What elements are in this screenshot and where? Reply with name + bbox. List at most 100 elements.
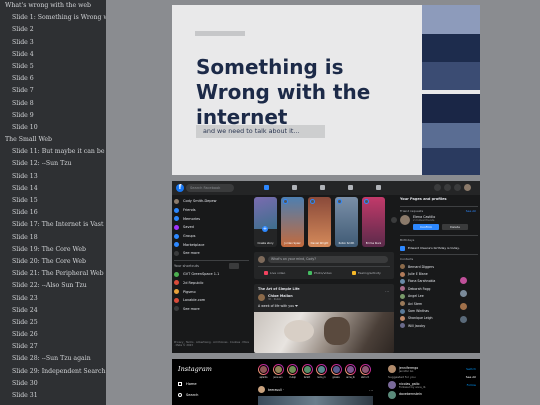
outline-slide-item[interactable]: Slide 24: [0, 305, 106, 317]
composer-action-button[interactable]: Photo/video: [308, 269, 332, 276]
confirm-button[interactable]: Confirm: [413, 224, 439, 230]
story-card[interactable]: Jordan Spiez: [281, 197, 304, 247]
outline-slide-item[interactable]: Slide 9: [0, 110, 106, 122]
instagram-story[interactable]: tenkit: [301, 364, 313, 379]
left-nav-item[interactable]: 2d Republic: [174, 279, 249, 288]
left-nav-item[interactable]: See more: [174, 249, 249, 258]
outline-slide-item[interactable]: Slide 22: --Also Sun Tzu: [0, 280, 106, 292]
instagram-story[interactable]: m.kaji: [287, 364, 298, 379]
slide-thumbnail-instagram[interactable]: Instagram Home Search aplants jens.sun m.k…: [172, 359, 480, 405]
avatar[interactable]: [400, 215, 410, 225]
outline-slide-item[interactable]: Slide 18: [0, 232, 106, 244]
follow-button[interactable]: Follow: [467, 383, 476, 387]
outline-slide-item[interactable]: Slide 3: [0, 37, 106, 49]
instagram-post-image[interactable]: [258, 396, 373, 405]
outline-section[interactable]: The Small Web: [0, 134, 106, 146]
delete-button[interactable]: Delete: [442, 224, 468, 230]
slide-thumbnail-facebook[interactable]: f Search Facebook Cody Smith-Depew Friend…: [172, 181, 480, 353]
see-all-link[interactable]: See All: [466, 375, 476, 379]
outline-slide-item[interactable]: Slide 16: [0, 207, 106, 219]
avatar[interactable]: [464, 184, 471, 191]
edit-shortcuts-button[interactable]: [229, 262, 239, 269]
left-nav-item[interactable]: See more: [174, 305, 249, 314]
avatar[interactable]: [258, 386, 265, 393]
outline-slide-item[interactable]: Slide 8: [0, 98, 106, 110]
outline-slide-item[interactable]: Slide 14: [0, 183, 106, 195]
friends-icon[interactable]: [292, 185, 297, 190]
groups-icon[interactable]: [376, 185, 381, 190]
notifications-icon[interactable]: [454, 184, 461, 191]
avatar[interactable]: [460, 290, 467, 297]
avatar[interactable]: [258, 294, 265, 301]
suggested-username[interactable]: davebernstein: [399, 392, 422, 396]
outline-slide-item[interactable]: Slide 1: Something is Wrong with t...: [0, 12, 106, 24]
outline-slide-item[interactable]: Slide 25: [0, 317, 106, 329]
outline-slide-item[interactable]: Slide 7: [0, 85, 106, 97]
outline-slide-item[interactable]: Slide 21: The Peripheral Web: [0, 268, 106, 280]
outline-slide-item[interactable]: Slide 12: --Sun Tzu: [0, 158, 106, 170]
outline-slide-item[interactable]: Slide 26: [0, 329, 106, 341]
outline-slide-item[interactable]: Slide 4: [0, 49, 106, 61]
outline-slide-item[interactable]: Slide 31: [0, 390, 106, 402]
avatar[interactable]: [460, 277, 467, 284]
instagram-story[interactable]: jens.sun: [272, 364, 284, 379]
home-icon[interactable]: [264, 185, 269, 190]
outline-slide-item[interactable]: Slide 15: [0, 195, 106, 207]
avatar[interactable]: [388, 365, 396, 373]
avatar[interactable]: [388, 381, 396, 389]
outline-slide-item[interactable]: Slide 5: [0, 61, 106, 73]
story-card[interactable]: Robin Smith: [335, 197, 358, 247]
composer-action-button[interactable]: Feeling/activity: [352, 269, 381, 276]
outline-slide-item[interactable]: Slide 19: The Core Web: [0, 244, 106, 256]
left-nav-item[interactable]: Cody Smith-Depew: [174, 197, 249, 206]
instagram-story[interactable]: aplants: [258, 364, 269, 379]
messenger-icon[interactable]: [444, 184, 451, 191]
outline-slide-item[interactable]: Slide 2: [0, 24, 106, 36]
avatar[interactable]: [460, 303, 467, 310]
outline-slide-item[interactable]: Slide 20: The Core Web: [0, 256, 106, 268]
left-nav-item[interactable]: Saved: [174, 223, 249, 232]
instagram-logo[interactable]: Instagram: [178, 365, 212, 373]
watch-icon[interactable]: [320, 185, 325, 190]
outline-slide-item[interactable]: Slide 27: [0, 341, 106, 353]
post-photo[interactable]: [254, 312, 394, 353]
marketplace-icon[interactable]: [348, 185, 353, 190]
next-stories-arrow-icon[interactable]: [391, 217, 397, 223]
outline-slide-item[interactable]: Slide 6: [0, 73, 106, 85]
instagram-story[interactable]: gnasia: [330, 364, 342, 379]
contact-item[interactable]: Bernard Diggers: [400, 263, 478, 270]
left-nav-item[interactable]: GVT GreenSpace 1.1: [174, 270, 249, 279]
avatar[interactable]: [460, 316, 467, 323]
see-all-link[interactable]: See All: [466, 209, 476, 213]
composer-action-button[interactable]: Live video: [264, 269, 285, 276]
outline-slide-item[interactable]: Slide 10: [0, 122, 106, 134]
more-options-icon[interactable]: ...: [385, 288, 389, 293]
outline-slide-item[interactable]: Slide 29: Independent Search Engi...: [0, 366, 106, 378]
nav-search[interactable]: Search: [178, 390, 228, 399]
left-nav-item[interactable]: Memories: [174, 214, 249, 223]
outline-slide-item[interactable]: Slide 30: [0, 378, 106, 390]
instagram-story[interactable]: lucia_m: [316, 364, 327, 379]
left-nav-item[interactable]: Pigsmo: [174, 287, 249, 296]
nav-home[interactable]: Home: [178, 379, 228, 388]
birthday-item[interactable]: Edward Owens's birthday is today.: [400, 244, 478, 252]
avatar[interactable]: [388, 391, 396, 399]
left-nav-item[interactable]: Friends: [174, 206, 249, 215]
post-group-name[interactable]: The Art of Simple Life: [258, 287, 300, 291]
menu-grid-icon[interactable]: [434, 184, 441, 191]
slide-thumbnail-1[interactable]: Something is Wrong with the internet and…: [172, 5, 480, 175]
left-nav-item[interactable]: Marketplace: [174, 240, 249, 249]
outline-slide-item[interactable]: Slide 23: [0, 293, 106, 305]
instagram-story[interactable]: anne_lb: [345, 364, 356, 379]
story-card[interactable]: Emma Kiani: [362, 197, 385, 247]
create-story-card[interactable]: + Create story: [254, 197, 277, 247]
post-author[interactable]: teerasuli ·: [268, 388, 284, 392]
left-nav-item[interactable]: Lovable.com: [174, 296, 249, 305]
outline-slide-item[interactable]: Slide 17: The Internet is Vast: [0, 219, 106, 231]
left-nav-item[interactable]: Groups: [174, 232, 249, 241]
outline-section[interactable]: What's wrong with the web: [0, 0, 106, 12]
outline-slide-item[interactable]: Slide 28: --Sun Tzu again: [0, 353, 106, 365]
instagram-story[interactable]: sbrn.rd: [359, 364, 371, 379]
story-card[interactable]: Daniel Wright: [308, 197, 331, 247]
more-options-icon[interactable]: ...: [369, 387, 373, 392]
